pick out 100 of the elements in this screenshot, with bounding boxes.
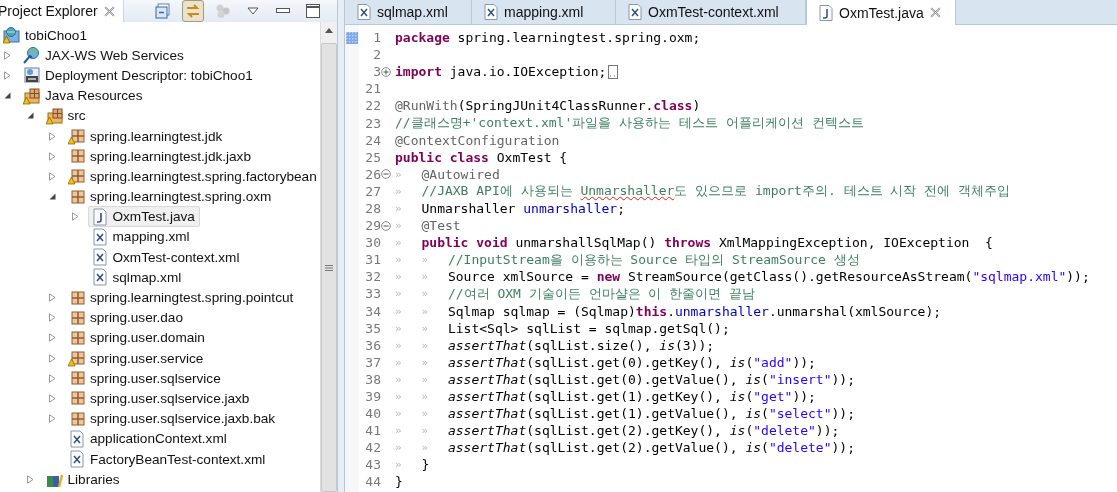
tree-item[interactable]: FactoryBeanTest-context.xml xyxy=(65,448,271,470)
editor-tab[interactable]: mapping.xml xyxy=(472,0,616,24)
code-line: Sqlmap sqlmap = (Sqlmap)this.unmarshaller.unmarshal(xmlSource); xyxy=(447,303,942,319)
tree-item[interactable]: spring.user.sqlservice xyxy=(65,367,226,389)
code-line: @Test xyxy=(421,218,461,234)
tree-item[interactable]: spring.learningtest.spring.pointcut xyxy=(65,287,299,309)
expander-icon[interactable] xyxy=(3,91,12,101)
tab-marker: » xyxy=(421,390,430,403)
tab-marker: » xyxy=(421,270,430,284)
tree-item[interactable]: Java Resources xyxy=(20,85,148,107)
tree-item[interactable]: spring.learningtest.spring.oxm xyxy=(65,186,277,208)
tab-marker: » xyxy=(395,338,403,352)
line-number: 23 xyxy=(364,115,381,131)
line-number: 28 xyxy=(364,201,381,216)
line-number: 35 xyxy=(364,320,381,336)
tab-marker: » xyxy=(395,219,403,233)
xml-file-icon xyxy=(628,4,642,20)
tree-item[interactable]: OxmTest.java xyxy=(87,206,200,228)
tab-marker: » xyxy=(421,407,430,421)
expander-icon[interactable] xyxy=(48,192,57,202)
tree-item[interactable]: spring.learningtest.spring.factorybean xyxy=(65,165,320,187)
tab-marker: » xyxy=(421,424,430,438)
line-number: 33 xyxy=(364,286,381,302)
tab-marker: » xyxy=(421,355,430,369)
fold-icon[interactable] xyxy=(381,220,391,231)
line-number: 30 xyxy=(364,235,381,251)
fold-icon[interactable] xyxy=(381,66,391,77)
tab-marker: » xyxy=(395,167,403,181)
tree-item[interactable]: Libraries xyxy=(42,468,125,490)
tree-item[interactable]: spring.learningtest.jdk.jaxb xyxy=(65,145,256,167)
tree-item[interactable]: Deployment Descriptor: tobiChoo1 xyxy=(20,64,258,86)
line-number: 1 xyxy=(372,30,381,46)
expander-icon[interactable] xyxy=(25,111,35,121)
line-number: 24 xyxy=(364,132,381,148)
tab-marker: » xyxy=(421,321,430,335)
code-line: assertThat(sqlList.size(), is(3)); xyxy=(447,337,715,353)
tree-item[interactable]: spring.user.sqlservice.jaxb xyxy=(65,387,255,409)
folded-code-icon[interactable] xyxy=(608,64,619,79)
code-line: @RunWith(SpringJUnit4ClassRunner.class) xyxy=(395,98,701,114)
tab-marker: » xyxy=(395,321,403,335)
scroll-up-icon[interactable] xyxy=(325,28,333,33)
code-line: assertThat(sqlList.get(2).getKey(), is("delete")); xyxy=(447,423,840,439)
tab-marker: » xyxy=(395,270,403,284)
editor-tab[interactable]: OxmTest.java xyxy=(806,0,956,25)
line-number: 31 xyxy=(364,252,381,268)
line-number: 41 xyxy=(364,423,381,439)
line-number: 21 xyxy=(364,81,381,97)
tree-item[interactable]: applicationContext.xml xyxy=(65,428,232,450)
code-line: Source xmlSource = new StreamSource(getClass().getResourceAsStream("sqlmap.xml")); xyxy=(447,269,1090,285)
tab-marker: » xyxy=(395,441,403,455)
line-number: 39 xyxy=(364,389,381,404)
tree-item[interactable]: sqlmap.xml xyxy=(87,266,187,288)
tree-item[interactable]: spring.user.domain xyxy=(65,327,210,349)
code-line: } xyxy=(395,474,403,490)
tree-item[interactable]: spring.user.service xyxy=(65,347,209,369)
line-number: 25 xyxy=(364,149,381,165)
tab-marker: » xyxy=(395,287,403,301)
tree-item[interactable]: spring.learningtest.jdk xyxy=(65,125,228,147)
tree-item[interactable]: mapping.xml xyxy=(87,226,195,248)
tab-marker: » xyxy=(395,458,403,472)
tree-item[interactable]: JAX-WS Web Services xyxy=(20,44,189,66)
java-file-icon xyxy=(819,4,833,21)
tree-item[interactable]: spring.user.dao xyxy=(65,307,188,329)
tab-marker: » xyxy=(395,253,403,267)
line-number: 26 xyxy=(364,166,381,182)
line-number: 27 xyxy=(364,183,381,199)
code-line: } xyxy=(421,457,430,473)
code-line: assertThat(sqlList.get(0).getValue(), is("insert")); xyxy=(447,371,855,387)
code-line: //클래스명+'context.xml'파일을 사용하는 테스트 어플리케이션 컨텍스트 xyxy=(395,114,864,132)
tree-item[interactable]: src xyxy=(42,105,91,127)
code-line: import java.io.IOException; xyxy=(395,64,607,80)
close-icon[interactable] xyxy=(103,5,115,17)
code-line: @ContextConfiguration xyxy=(395,132,560,148)
line-number: 29 xyxy=(364,218,381,234)
tab-marker: » xyxy=(421,304,430,318)
line-number: 44 xyxy=(364,474,381,490)
tab-marker: » xyxy=(395,424,403,438)
code-line: public class OxmTest { xyxy=(395,149,568,165)
view-tab[interactable]: Project Explorer xyxy=(0,0,124,22)
tab-marker: » xyxy=(395,407,403,421)
view-title: Project Explorer xyxy=(0,3,98,19)
code-line: package spring.learningtest.spring.oxm; xyxy=(395,30,701,46)
editor-tab[interactable]: sqlmap.xml xyxy=(345,0,472,24)
tree-item[interactable]: OxmTest-context.xml xyxy=(87,246,245,268)
code-line: Unmarshaller unmarshaller; xyxy=(421,201,625,216)
code-line: assertThat(sqlList.get(1).getKey(), is("get")); xyxy=(447,389,816,404)
tab-marker: » xyxy=(395,236,403,250)
line-number: 43 xyxy=(364,457,381,473)
line-number: 34 xyxy=(364,303,381,319)
fold-icon[interactable] xyxy=(381,169,391,180)
line-number: 32 xyxy=(364,269,381,285)
link-icon[interactable] xyxy=(181,0,204,22)
line-number: 37 xyxy=(364,354,381,370)
editor-tab[interactable]: OxmTest-context.xml xyxy=(616,0,806,24)
code-line: //JAXB API에 사용되는 Unmarshaller도 있으므로 import주의. 테스트 시작 전에 객체주입 xyxy=(421,182,1011,201)
code-line: //여러 OXM 기술이든 언마샬은 이 한줄이면 끝남 xyxy=(447,284,756,303)
tree-item[interactable]: tobiChoo1 xyxy=(0,24,92,46)
tree-item[interactable]: spring.user.sqlservice.jaxb.bak xyxy=(65,408,281,430)
line-number: 36 xyxy=(364,337,381,353)
close-icon[interactable] xyxy=(929,7,941,18)
